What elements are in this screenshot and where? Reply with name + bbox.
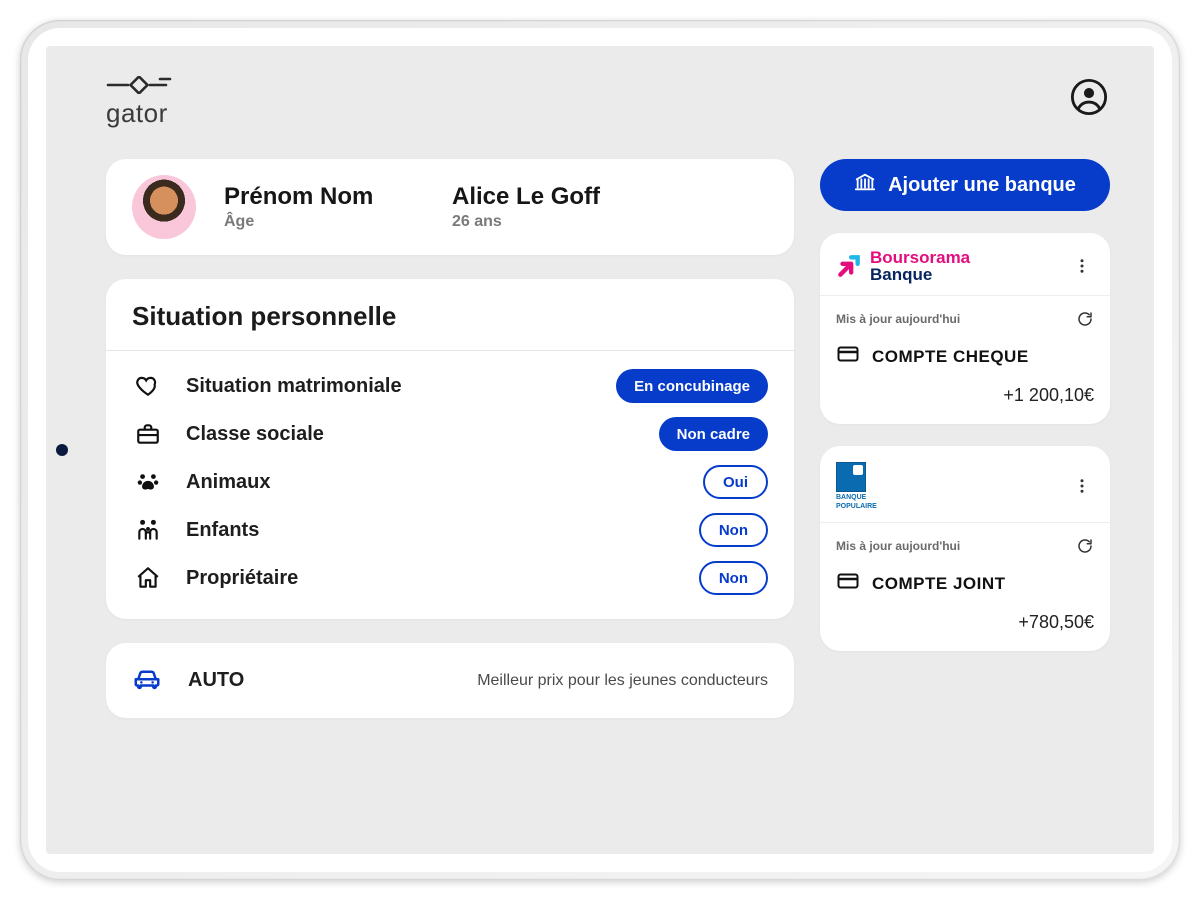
account-menu-button[interactable]	[1068, 76, 1110, 118]
brand-logo[interactable]: gator	[106, 76, 172, 129]
car-icon	[132, 663, 162, 698]
bank-balance: +1 200,10€	[836, 385, 1094, 406]
situation-value-pill[interactable]: En concubinage	[616, 369, 768, 403]
card-icon	[836, 569, 860, 598]
top-bar: gator	[106, 76, 1110, 129]
refresh-icon	[1076, 310, 1094, 328]
heart-icon	[132, 373, 164, 399]
tablet-frame: gator Prénom Nom Âge	[20, 20, 1180, 880]
situation-card: Situation personnelle Situation matrimon…	[106, 279, 794, 619]
add-bank-button[interactable]: Ajouter une banque	[820, 159, 1110, 211]
situation-title: Situation personnelle	[106, 279, 794, 351]
bank-name-line1: Boursorama	[870, 249, 970, 266]
more-vertical-icon	[1073, 257, 1091, 275]
account-circle-icon	[1070, 78, 1108, 116]
bank-name-line1: BANQUE	[836, 494, 877, 501]
brand-name: gator	[106, 98, 168, 129]
paw-icon	[132, 469, 164, 495]
app-root: gator Prénom Nom Âge	[46, 46, 1154, 854]
situation-row-animals: Animaux Oui	[132, 465, 768, 499]
bank-account-row[interactable]: COMPTE JOINT	[836, 569, 1094, 598]
left-column: Prénom Nom Âge Alice Le Goff 26 ans Situ…	[106, 159, 794, 718]
refresh-button[interactable]	[1076, 537, 1094, 555]
boursorama-arrow-icon	[836, 253, 862, 279]
bank-body: Mis à jour aujourd'hui COMPTE JOINT	[820, 523, 1110, 651]
situation-label: Enfants	[186, 519, 259, 542]
content-grid: Prénom Nom Âge Alice Le Goff 26 ans Situ…	[106, 159, 1110, 718]
profile-name-value: Alice Le Goff	[452, 183, 600, 211]
profile-labels: Prénom Nom Âge	[224, 183, 424, 231]
situation-row-marital: Situation matrimoniale En concubinage	[132, 369, 768, 403]
bank-updated-text: Mis à jour aujourd'hui	[836, 312, 960, 326]
tablet-screen: gator Prénom Nom Âge	[28, 28, 1172, 872]
situation-row-owner: Propriétaire Non	[132, 561, 768, 595]
situation-value-pill[interactable]: Non	[699, 561, 768, 595]
more-vertical-icon	[1073, 477, 1091, 495]
bank-updated-text: Mis à jour aujourd'hui	[836, 539, 960, 553]
bank-name-line2: Banque	[870, 266, 970, 283]
card-icon	[836, 342, 860, 371]
profile-avatar[interactable]	[132, 175, 196, 239]
briefcase-icon	[132, 421, 164, 447]
add-bank-label: Ajouter une banque	[888, 174, 1076, 197]
profile-age-label: Âge	[224, 213, 424, 231]
auto-card[interactable]: AUTO Meilleur prix pour les jeunes condu…	[106, 643, 794, 718]
right-column: Ajouter une banque Boursorama	[820, 159, 1110, 718]
situation-label: Classe sociale	[186, 423, 324, 446]
situation-label: Situation matrimoniale	[186, 375, 402, 398]
bank-card-banque-populaire: BANQUE POPULAIRE Mis à jour aujourd'hui	[820, 446, 1110, 651]
bank-balance: +780,50€	[836, 612, 1094, 633]
bank-menu-button[interactable]	[1070, 254, 1094, 278]
profile-age-value: 26 ans	[452, 213, 600, 231]
situation-value-pill[interactable]: Non	[699, 513, 768, 547]
bank-name-line2: POPULAIRE	[836, 503, 877, 510]
bank-header: BANQUE POPULAIRE	[820, 446, 1110, 523]
situation-row-children: Enfants Non	[132, 513, 768, 547]
bank-account-label: COMPTE JOINT	[872, 574, 1006, 594]
profile-card: Prénom Nom Âge Alice Le Goff 26 ans	[106, 159, 794, 255]
bp-square-icon	[836, 462, 866, 492]
tablet-camera	[56, 444, 68, 456]
situation-label: Propriétaire	[186, 567, 298, 590]
refresh-button[interactable]	[1076, 310, 1094, 328]
situation-list: Situation matrimoniale En concubinage Cl…	[106, 351, 794, 619]
bank-card-boursorama: Boursorama Banque Mis à jour aujourd'hui	[820, 233, 1110, 424]
bank-header: Boursorama Banque	[820, 233, 1110, 296]
profile-values: Alice Le Goff 26 ans	[452, 183, 600, 231]
situation-value-pill[interactable]: Non cadre	[659, 417, 768, 451]
home-icon	[132, 565, 164, 591]
auto-subtitle: Meilleur prix pour les jeunes conducteur…	[477, 672, 768, 690]
family-icon	[132, 517, 164, 543]
bank-building-icon	[854, 171, 876, 199]
bank-account-row[interactable]: COMPTE CHEQUE	[836, 342, 1094, 371]
situation-label: Animaux	[186, 471, 270, 494]
brand-mark-icon	[106, 76, 172, 94]
bank-body: Mis à jour aujourd'hui COMPTE CHEQUE	[820, 296, 1110, 424]
situation-value-pill[interactable]: Oui	[703, 465, 768, 499]
situation-row-class: Classe sociale Non cadre	[132, 417, 768, 451]
refresh-icon	[1076, 537, 1094, 555]
bank-account-label: COMPTE CHEQUE	[872, 347, 1029, 367]
bank-logo-banque-populaire: BANQUE POPULAIRE	[836, 462, 877, 510]
bank-logo-boursorama: Boursorama Banque	[836, 249, 970, 283]
auto-title: AUTO	[188, 669, 244, 692]
bank-menu-button[interactable]	[1070, 474, 1094, 498]
profile-name-label: Prénom Nom	[224, 183, 424, 211]
